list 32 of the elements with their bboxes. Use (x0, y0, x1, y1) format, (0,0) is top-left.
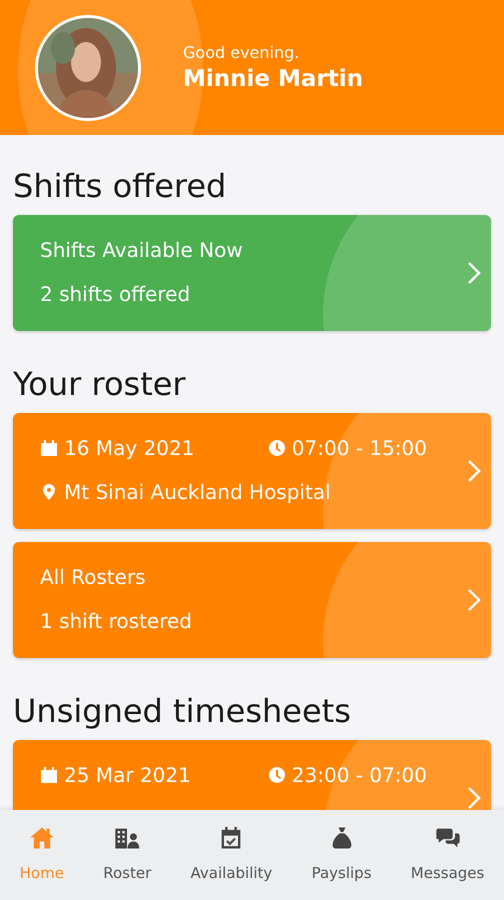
location-pin-icon (40, 483, 58, 501)
shift-card[interactable]: 16 May 2021 07:00 - 15:00 Mt Sinai Auckland Hospital (13, 413, 491, 529)
card-subtitle: 1 shift rostered (40, 609, 193, 633)
shift-time: 07:00 - 15:00 (292, 436, 427, 460)
nav-tab[interactable]: Home (20, 824, 64, 882)
section-title: Shifts offered (13, 167, 228, 205)
chevron-icon (467, 261, 481, 285)
calendar-icon (40, 439, 58, 457)
nav-tab[interactable]: Availability (190, 824, 272, 882)
section-title: Unsigned timesheets (13, 692, 352, 730)
shift-date: 16 May 2021 (64, 436, 194, 460)
shift-location: Mt Sinai Auckland Hospital (64, 480, 331, 504)
nav-tab[interactable]: Payslips (312, 824, 372, 882)
card-title: All Rosters (40, 565, 147, 589)
nav-tab[interactable]: Messages (410, 824, 484, 882)
clock-icon (268, 439, 286, 457)
chevron-icon (467, 588, 481, 612)
clock-icon (268, 766, 286, 784)
user-name: Minnie Martin (183, 66, 364, 92)
nav-tab[interactable]: Roster (103, 824, 152, 882)
greeting: Good evening. (183, 43, 300, 62)
shift-date: 25 Mar 2021 (64, 763, 191, 787)
card-subtitle: 2 shifts offered (40, 282, 192, 306)
section-title: Your roster (13, 365, 187, 403)
calendar-icon (40, 766, 58, 784)
shift-card[interactable]: Shifts Available Now 2 shifts offered (13, 215, 491, 331)
shift-card[interactable]: 25 Mar 2021 23:00 - 07:00 (13, 740, 491, 810)
shift-card[interactable]: All Rosters 1 shift rostered (13, 542, 491, 658)
shift-time: 23:00 - 07:00 (292, 763, 427, 787)
card-title: Shifts Available Now (40, 238, 244, 262)
chevron-icon (467, 459, 481, 483)
chevron-icon (467, 786, 481, 810)
